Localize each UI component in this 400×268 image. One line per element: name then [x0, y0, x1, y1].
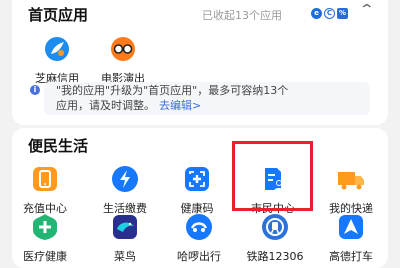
app-label: 哈啰出行: [177, 250, 221, 263]
app-label: 菜鸟: [114, 250, 136, 263]
app-recharge[interactable]: 充值中心: [12, 164, 78, 216]
hellobike-icon: [184, 212, 214, 242]
medical-icon: [30, 212, 60, 242]
app-label: 医疗健康: [23, 250, 67, 263]
info-icon: i: [30, 85, 40, 95]
app-railway[interactable]: 铁路12306: [242, 212, 308, 264]
edit-link[interactable]: 去编辑>: [159, 99, 201, 112]
home-apps-title: 首页应用: [28, 6, 89, 24]
collapse-arrow-icon[interactable]: ⌃: [359, 2, 375, 18]
upgrade-notice: i "我的应用"升级为"首页应用"，最多可容纳13个 应用，请及时调整。 去编辑>: [30, 82, 370, 115]
app-medical[interactable]: 医疗健康: [12, 212, 78, 264]
app-movie[interactable]: 电影演出: [90, 34, 156, 86]
recharge-icon: [30, 164, 60, 194]
app-label: 高德打车: [329, 250, 373, 263]
notice-line-1: "我的应用"升级为"首页应用"，最多可容纳13个: [56, 84, 289, 97]
health-code-icon: [182, 164, 212, 194]
sesame-credit-icon: [42, 34, 72, 64]
railway-icon: [260, 212, 290, 242]
movie-icon: [108, 34, 138, 64]
app-sesame-credit[interactable]: 芝麻信用: [24, 34, 90, 86]
app-health-code[interactable]: 健康码: [164, 164, 230, 216]
mini-app-icon: C: [324, 8, 335, 19]
app-express[interactable]: 我的快递: [318, 164, 384, 216]
convenience-services-title: 便民生活: [28, 137, 89, 155]
app-label: 铁路12306: [246, 250, 304, 263]
app-hellobike[interactable]: 哈啰出行: [166, 212, 232, 264]
notice-line-2: 应用，请及时调整。 去编辑>: [56, 99, 201, 113]
mini-app-icon: %: [337, 8, 348, 19]
app-amap-taxi[interactable]: 高德打车: [318, 212, 384, 264]
app-bill-payment[interactable]: 生活缴费: [92, 164, 158, 216]
mini-app-icon: e: [311, 8, 322, 19]
app-cainiao[interactable]: 菜鸟: [92, 212, 158, 264]
collected-count-text[interactable]: 已收起13个应用: [202, 7, 282, 23]
bill-payment-icon: [110, 164, 140, 194]
amap-taxi-icon: [336, 212, 366, 242]
collected-app-icons[interactable]: e C %: [311, 8, 348, 19]
citizen-center-highlight-box: [232, 141, 313, 211]
notice-line-2-text: 应用，请及时调整。: [56, 99, 155, 112]
express-icon: [336, 164, 366, 194]
cainiao-icon: [110, 212, 140, 242]
